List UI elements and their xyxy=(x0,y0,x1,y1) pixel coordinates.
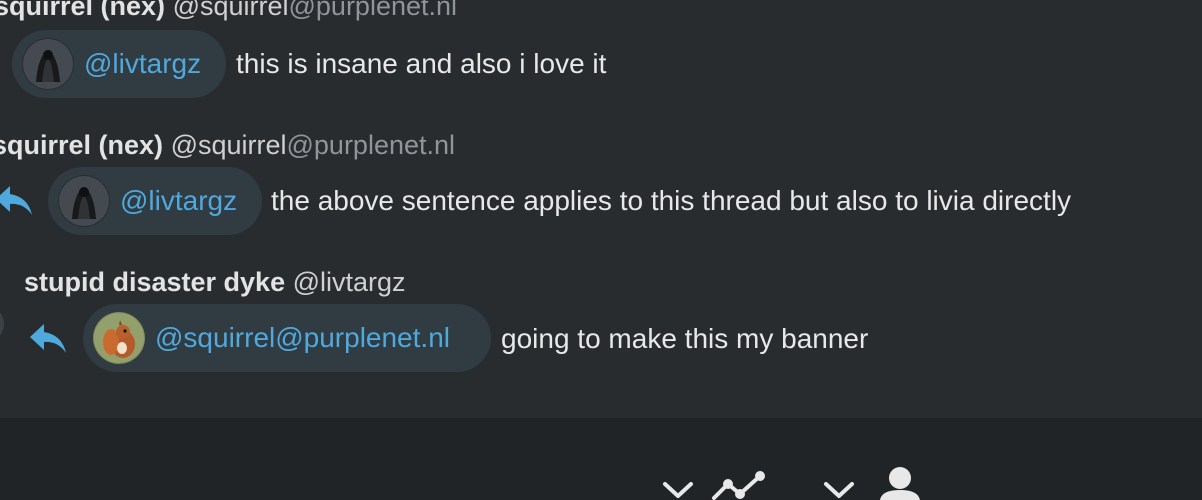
user-icon[interactable] xyxy=(878,466,922,500)
author-name[interactable]: stupid disaster dyke xyxy=(24,267,285,297)
author-name[interactable]: squirrel (nex) xyxy=(0,0,165,21)
chevron-down-icon[interactable] xyxy=(662,480,694,500)
mention-label[interactable]: @livtargz xyxy=(84,48,201,80)
mention-chip[interactable]: @livtargz xyxy=(12,30,226,98)
author-handle[interactable]: @squirrel xyxy=(173,0,289,21)
thread-feed: squirrel (nex) @squirrel@purplenet.nl @l… xyxy=(0,0,1202,418)
post-header: stupid disaster dyke @livtargz xyxy=(24,266,406,298)
author-handle[interactable]: @squirrel xyxy=(171,130,287,160)
author-domain: @purplenet.nl xyxy=(288,0,458,21)
mention-chip[interactable]: @squirrel@purplenet.nl xyxy=(83,304,491,372)
post-text: this is insane and also i love it xyxy=(236,48,607,79)
avatar xyxy=(58,175,110,227)
author-name[interactable]: squirrel (nex) xyxy=(0,130,163,160)
post-header: squirrel (nex) @squirrel@purplenet.nl xyxy=(0,0,457,22)
author-domain: @purplenet.nl xyxy=(286,130,456,160)
avatar xyxy=(93,312,145,364)
post-text: going to make this my banner xyxy=(501,323,869,354)
bottom-toolbar xyxy=(0,418,1202,500)
mention-label[interactable]: @livtargz xyxy=(120,185,237,217)
reply-icon[interactable] xyxy=(0,184,34,218)
post-header: squirrel (nex) @squirrel@purplenet.nl xyxy=(0,129,455,161)
avatar xyxy=(22,38,74,90)
mention-label[interactable]: @squirrel@purplenet.nl xyxy=(155,322,450,354)
trend-icon[interactable] xyxy=(710,470,770,500)
reply-icon[interactable] xyxy=(28,322,68,356)
post-text: the above sentence applies to this threa… xyxy=(271,185,1072,216)
avatar[interactable] xyxy=(0,306,4,342)
mention-chip[interactable]: @livtargz xyxy=(48,167,262,235)
chevron-down-icon[interactable] xyxy=(823,480,855,500)
author-handle[interactable]: @livtargz xyxy=(293,267,406,297)
